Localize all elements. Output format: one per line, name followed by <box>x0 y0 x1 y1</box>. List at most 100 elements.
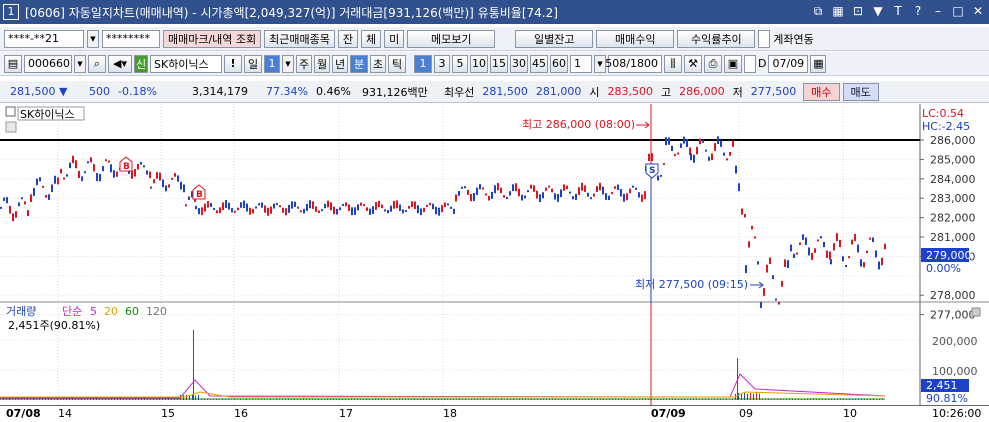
data-count-field[interactable]: 508/1800 <box>605 54 662 73</box>
stock-name-field[interactable]: SK하이닉스 <box>150 54 222 73</box>
candle <box>315 206 317 212</box>
password-field[interactable]: ******** <box>102 29 160 48</box>
candle <box>533 185 535 192</box>
candle <box>93 164 95 172</box>
candle-icon[interactable]: ⫼ <box>664 54 682 73</box>
sound-icon[interactable]: ◀▾ <box>108 54 132 73</box>
price-volume-chart[interactable]: SK하이닉스 B B S 최고 286,000 (08:00) 최저 277,5… <box>0 104 989 406</box>
sell-button[interactable]: 매도 <box>842 82 879 101</box>
profit-trend-button[interactable]: 수익률추이 <box>677 29 756 48</box>
price-ytick: 286,000 <box>930 134 976 147</box>
calendar-icon[interactable]: ▦ <box>810 54 827 73</box>
candle <box>590 197 592 200</box>
interval-button[interactable]: 5 <box>452 54 468 73</box>
stock-code-input[interactable]: 000660 <box>24 54 72 73</box>
period-tick-button[interactable]: 틱 <box>388 54 406 73</box>
buy-button[interactable]: 매수 <box>803 82 840 101</box>
period-count[interactable]: 1 <box>264 54 280 73</box>
candle <box>249 207 251 215</box>
date-checkbox[interactable] <box>744 54 756 73</box>
tool-icon[interactable]: ⚒ <box>684 54 702 73</box>
candle <box>635 187 637 190</box>
help-icon[interactable]: ? <box>911 4 925 19</box>
account-select[interactable]: ****-**21 <box>4 29 84 48</box>
candle <box>863 262 865 268</box>
memo-button[interactable]: 메모보기 <box>407 29 496 48</box>
interval-button[interactable]: 60 <box>550 54 568 73</box>
x-axis-label: 07/08 <box>6 407 41 420</box>
account-link-checkbox[interactable] <box>758 29 771 48</box>
candle <box>830 259 832 265</box>
text-icon[interactable]: T <box>891 4 905 19</box>
tile-icon[interactable]: ▦ <box>831 4 845 19</box>
volume-bar <box>309 399 310 400</box>
panel-icon[interactable] <box>971 307 981 317</box>
trade-profit-button[interactable]: 매매수익 <box>596 29 675 48</box>
price-change: 500 <box>89 85 110 98</box>
candle <box>705 149 707 152</box>
date-input[interactable]: 07/09 <box>768 54 809 73</box>
candle <box>369 208 371 215</box>
chevron-down-icon[interactable]: ▼ <box>74 54 86 73</box>
interval-button[interactable]: 10 <box>470 54 488 73</box>
candle <box>231 208 233 213</box>
copy-icon[interactable]: ⊡ <box>851 4 865 19</box>
candle <box>261 202 263 208</box>
candle <box>491 191 493 199</box>
volume-bar <box>564 399 565 400</box>
candle <box>6 197 8 204</box>
candle <box>817 239 819 242</box>
table-icon[interactable] <box>5 121 17 133</box>
candle <box>735 165 737 174</box>
candle <box>285 208 287 216</box>
interval-button[interactable]: 45 <box>530 54 548 73</box>
candle <box>90 157 92 163</box>
print-icon[interactable]: ⎙ <box>704 54 722 73</box>
recent-stocks-button[interactable]: 최근매매종목 <box>264 29 335 48</box>
volume-bar <box>315 399 316 400</box>
alert-button[interactable]: ! <box>224 54 242 73</box>
interval-button[interactable]: 3 <box>434 54 450 73</box>
candle <box>578 187 580 195</box>
candle <box>671 145 673 152</box>
interval-button[interactable]: 15 <box>490 54 508 73</box>
restore-icon[interactable]: ⧉ <box>811 4 825 19</box>
execution-button[interactable]: 체 <box>361 29 382 48</box>
candle <box>781 280 783 287</box>
chevron-down-icon[interactable]: ▼ <box>594 54 606 73</box>
stock-list-icon[interactable]: ▤ <box>4 54 22 73</box>
candle <box>183 184 185 193</box>
trade-mark-button[interactable]: 매매마크/내역 조회 <box>163 29 262 48</box>
chevron-down-icon[interactable]: ▼ <box>282 54 294 73</box>
chevron-down-icon[interactable]: ▼ <box>87 29 99 48</box>
period-week-button[interactable]: 주 <box>296 54 312 73</box>
interval-button[interactable]: 30 <box>510 54 528 73</box>
maximize-icon[interactable]: □ <box>951 4 965 19</box>
pin-icon[interactable]: ▼ <box>871 4 885 19</box>
unfilled-button[interactable]: 미 <box>384 29 405 48</box>
daily-balance-button[interactable]: 일별잔고 <box>515 29 594 48</box>
candle <box>153 179 155 184</box>
candle <box>833 243 835 251</box>
candle <box>255 206 257 209</box>
close-icon[interactable]: ✕ <box>971 4 985 19</box>
candle <box>542 192 544 199</box>
interval-button[interactable]: 1 <box>414 54 432 73</box>
candle <box>663 163 665 166</box>
search-icon[interactable]: ⌕ <box>88 54 106 73</box>
interval-custom-input[interactable]: 1 <box>570 54 592 73</box>
period-minute-button[interactable]: 분 <box>350 54 368 73</box>
save-icon[interactable]: ▣ <box>724 54 742 73</box>
candle <box>306 203 308 211</box>
period-month-button[interactable]: 월 <box>314 54 330 73</box>
candle <box>851 239 853 245</box>
period-day-button[interactable]: 일 <box>244 54 262 73</box>
period-year-button[interactable]: 년 <box>332 54 348 73</box>
minimize-icon[interactable]: – <box>931 4 945 19</box>
balance-button[interactable]: 잔 <box>337 29 359 48</box>
buy-marker-label: B <box>123 162 130 172</box>
period-second-button[interactable]: 초 <box>370 54 386 73</box>
ma20-label: 20 <box>104 305 118 318</box>
volume: 3,314,179 <box>192 85 248 98</box>
candle <box>796 252 798 255</box>
